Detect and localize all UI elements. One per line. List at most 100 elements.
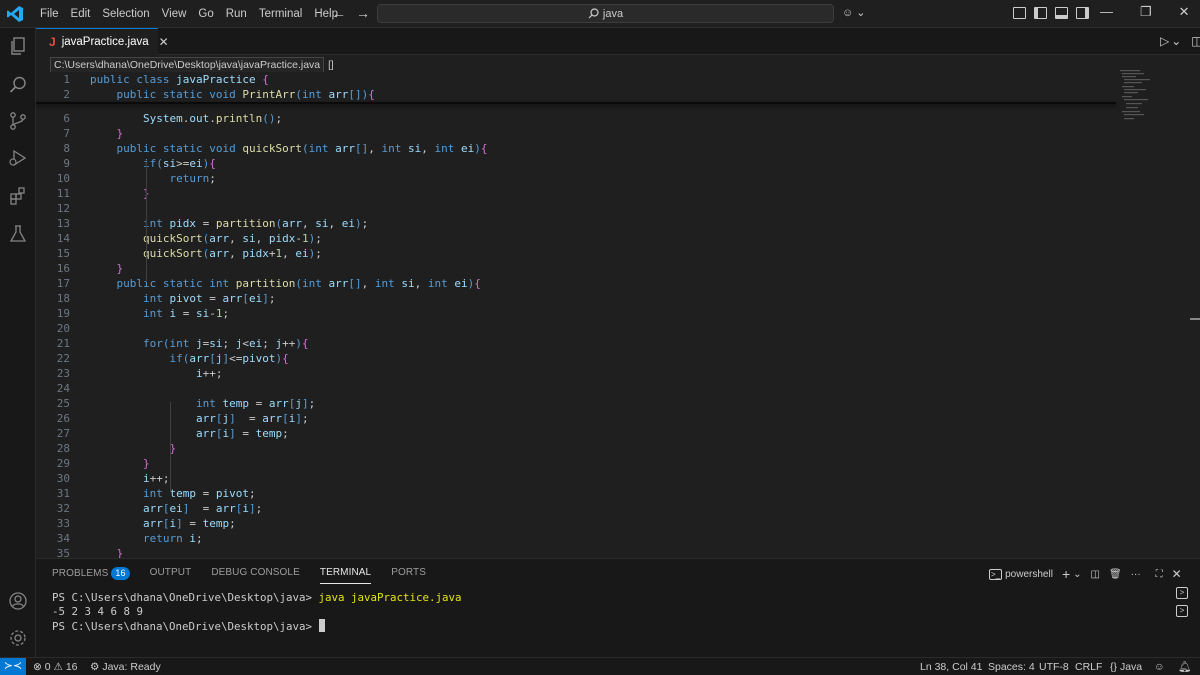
code-line[interactable]: 7 } bbox=[36, 126, 1116, 141]
restore-icon[interactable]: ❐ bbox=[1140, 4, 1152, 20]
explorer-icon[interactable] bbox=[8, 36, 28, 56]
new-terminal-icon[interactable]: + bbox=[1062, 566, 1070, 582]
menu-run[interactable]: Run bbox=[220, 0, 253, 28]
code-line[interactable]: 15 quickSort(arr, pidx+1, ei); bbox=[36, 246, 1116, 261]
code-line[interactable]: 27 arr[i] = temp; bbox=[36, 426, 1116, 441]
code-line[interactable]: 12 bbox=[36, 201, 1116, 216]
menu-go[interactable]: Go bbox=[192, 0, 219, 28]
code-line[interactable]: 17 public static int partition(int arr[]… bbox=[36, 276, 1116, 291]
chevron-down-icon[interactable]: ⌄ bbox=[1073, 569, 1081, 580]
breadcrumb-path[interactable]: C:\Users\dhana\OneDrive\Desktop\java\jav… bbox=[50, 57, 325, 73]
accounts-icon[interactable] bbox=[8, 591, 28, 611]
problems-status[interactable]: ⊗ 0 ⚠ 16 bbox=[33, 660, 78, 674]
customize-layout-icon[interactable] bbox=[1013, 7, 1026, 19]
menu-view[interactable]: View bbox=[156, 0, 193, 28]
menu-file[interactable]: File bbox=[34, 0, 65, 28]
minimap[interactable] bbox=[1116, 68, 1176, 128]
menu-selection[interactable]: Selection bbox=[96, 0, 155, 28]
scrollbar-marker[interactable] bbox=[1190, 318, 1200, 320]
chevron-down-icon[interactable]: ⌄ bbox=[1171, 34, 1181, 48]
tab-problems[interactable]: PROBLEMS 16 bbox=[52, 567, 130, 584]
terminal-tab-icon[interactable]: > bbox=[1176, 587, 1188, 599]
code-line[interactable]: 10 return; bbox=[36, 171, 1116, 186]
toggle-panel-icon[interactable] bbox=[1055, 7, 1068, 19]
java-status[interactable]: ⚙ Java: Ready bbox=[90, 660, 161, 674]
code-line[interactable]: 35 } bbox=[36, 546, 1116, 558]
code-line[interactable]: 31 int temp = pivot; bbox=[36, 486, 1116, 501]
copilot-status-icon[interactable]: ☺ bbox=[1154, 660, 1165, 674]
back-arrow-icon[interactable]: ← bbox=[332, 5, 346, 21]
close-window-icon[interactable]: ✕ bbox=[1179, 4, 1190, 20]
split-terminal-icon[interactable]: ◫ bbox=[1091, 569, 1100, 580]
code-line[interactable]: 13 int pidx = partition(arr, si, ei); bbox=[36, 216, 1116, 231]
testing-icon[interactable] bbox=[8, 224, 28, 244]
menu-terminal[interactable]: Terminal bbox=[253, 0, 308, 28]
code-line[interactable]: 6 System.out.println(); bbox=[36, 111, 1116, 126]
tab-javapractice[interactable]: J javaPractice.java ✕ bbox=[36, 28, 169, 55]
code-line[interactable]: 30 i++; bbox=[36, 471, 1116, 486]
kill-terminal-icon[interactable]: 🗑 bbox=[1109, 569, 1122, 580]
code-line[interactable]: 18 int pivot = arr[ei]; bbox=[36, 291, 1116, 306]
minimize-icon[interactable]: — bbox=[1100, 4, 1113, 20]
indentation[interactable]: Spaces: 4 bbox=[988, 660, 1035, 674]
code-line[interactable]: 34 return i; bbox=[36, 531, 1116, 546]
line-number: 27 bbox=[56, 427, 70, 440]
code-line[interactable]: 32 arr[ei] = arr[i]; bbox=[36, 501, 1116, 516]
terminal-line-3[interactable]: PS C:\Users\dhana\OneDrive\Desktop\java> bbox=[52, 619, 325, 633]
settings-gear-icon[interactable] bbox=[8, 628, 28, 648]
code-line[interactable]: 2 public static void PrintArr(int arr[])… bbox=[36, 87, 1116, 102]
tab-ports[interactable]: PORTS bbox=[391, 567, 426, 584]
tab-output[interactable]: OUTPUT bbox=[150, 567, 192, 584]
menu-edit[interactable]: Edit bbox=[65, 0, 97, 28]
code-line[interactable]: 25 int temp = arr[j]; bbox=[36, 396, 1116, 411]
line-number: 25 bbox=[56, 397, 70, 410]
terminal-shell-selector[interactable]: >_ powershell bbox=[989, 568, 1053, 580]
command-center-search[interactable]: java bbox=[377, 4, 834, 23]
code-line[interactable]: 11 } bbox=[36, 186, 1116, 201]
toggle-primary-sidebar-icon[interactable] bbox=[1034, 7, 1047, 19]
cursor-position[interactable]: Ln 38, Col 41 bbox=[920, 660, 982, 674]
code-editor[interactable]: 1 public class javaPractice {2 public sta… bbox=[36, 72, 1200, 558]
split-editor-icon[interactable]: ◫ bbox=[1191, 34, 1200, 48]
code-text: } bbox=[142, 457, 150, 470]
breadcrumb-symbol[interactable]: [] bbox=[328, 60, 334, 71]
code-line[interactable]: 23 i++; bbox=[36, 366, 1116, 381]
more-actions-icon[interactable]: ··· bbox=[1131, 569, 1141, 580]
source-control-icon[interactable] bbox=[8, 111, 28, 131]
tab-terminal[interactable]: TERMINAL bbox=[319, 567, 372, 584]
code-line[interactable]: 20 bbox=[36, 321, 1116, 336]
language-mode[interactable]: {} Java bbox=[1110, 660, 1142, 674]
close-panel-icon[interactable]: ✕ bbox=[1172, 567, 1182, 581]
code-line[interactable]: 33 arr[i] = temp; bbox=[36, 516, 1116, 531]
extensions-icon[interactable] bbox=[8, 186, 28, 206]
run-debug-icon[interactable] bbox=[8, 148, 28, 168]
code-line[interactable]: 16 } bbox=[36, 261, 1116, 276]
code-line[interactable]: 1 public class javaPractice { bbox=[36, 72, 1116, 87]
code-line[interactable]: 22 if(arr[j]<=pivot){ bbox=[36, 351, 1116, 366]
run-icon[interactable]: ▷ bbox=[1160, 34, 1169, 48]
code-line[interactable]: 8 public static void quickSort(int arr[]… bbox=[36, 141, 1116, 156]
code-line[interactable]: 9 if(si>=ei){ bbox=[36, 156, 1116, 171]
toggle-secondary-sidebar-icon[interactable] bbox=[1076, 7, 1089, 19]
notifications-bell-icon[interactable]: 🔔︎ bbox=[1178, 660, 1191, 674]
tab-debug-console[interactable]: DEBUG CONSOLE bbox=[211, 567, 300, 584]
remote-indicator-icon[interactable]: ≻≺ bbox=[0, 658, 26, 675]
copilot-menu[interactable]: ☺ ⌄ bbox=[842, 6, 866, 19]
code-line[interactable]: 29 } bbox=[36, 456, 1116, 471]
encoding[interactable]: UTF-8 bbox=[1039, 660, 1069, 674]
terminal-tab-icon[interactable]: > bbox=[1176, 605, 1188, 617]
search-view-icon[interactable] bbox=[8, 75, 28, 95]
line-number: 23 bbox=[56, 367, 70, 380]
code-text: quickSort(arr, si, pidx-1); bbox=[142, 232, 322, 245]
code-line[interactable]: 14 quickSort(arr, si, pidx-1); bbox=[36, 231, 1116, 246]
maximize-panel-icon[interactable]: ⛶ bbox=[1156, 569, 1163, 580]
code-line[interactable]: 26 arr[j] = arr[i]; bbox=[36, 411, 1116, 426]
code-line[interactable]: 28 } bbox=[36, 441, 1116, 456]
forward-arrow-icon[interactable]: → bbox=[356, 5, 370, 21]
code-line[interactable]: 24 bbox=[36, 381, 1116, 396]
java-status-icon: ⚙ bbox=[90, 661, 100, 673]
line-ending[interactable]: CRLF bbox=[1075, 660, 1102, 674]
close-icon[interactable]: ✕ bbox=[159, 35, 169, 49]
code-line[interactable]: 19 int i = si-1; bbox=[36, 306, 1116, 321]
code-line[interactable]: 21 for(int j=si; j<ei; j++){ bbox=[36, 336, 1116, 351]
